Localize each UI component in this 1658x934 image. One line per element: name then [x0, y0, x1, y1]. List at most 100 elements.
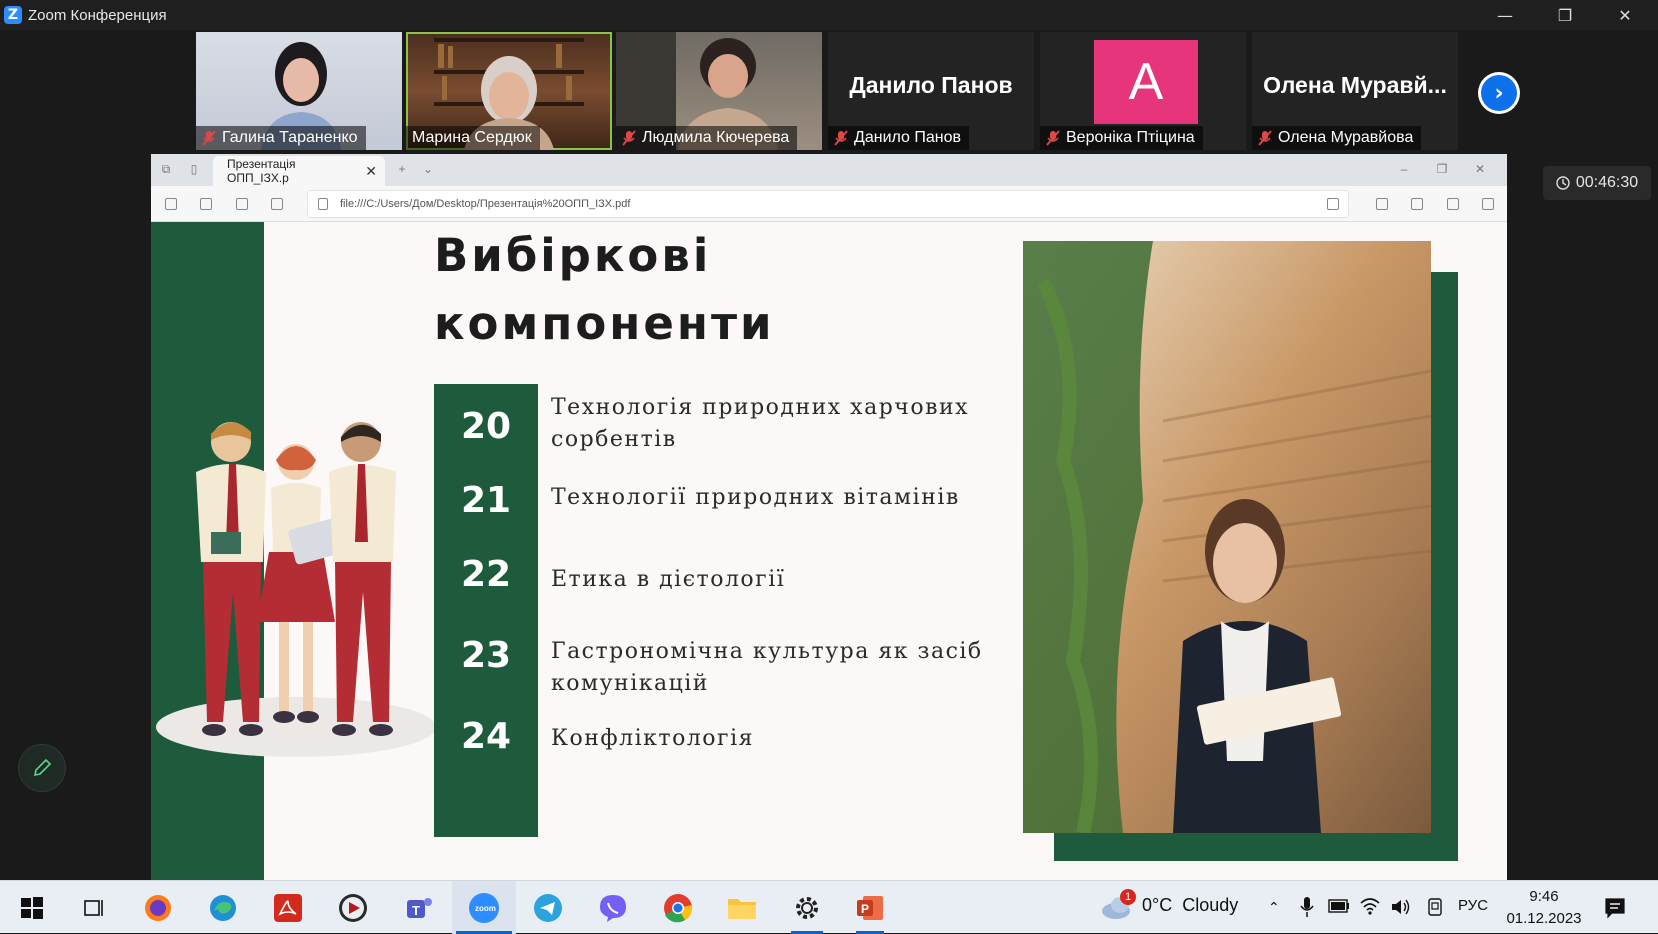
edge-taskbar-button[interactable] [195, 881, 251, 934]
presentation-slide: Вибіркові компоненти 20 21 22 23 24 Техн… [151, 222, 1507, 880]
participant-tile[interactable]: Галина Тараненко [196, 32, 402, 150]
participant-name: Данило Панов [828, 126, 969, 150]
course-item: Конфліктологія [551, 726, 754, 751]
browser-close-icon[interactable]: ✕ [1473, 162, 1487, 176]
telegram-icon [534, 893, 562, 922]
student-photo [1023, 241, 1431, 833]
participant-name: Олена Муравйова [1252, 126, 1422, 150]
viber-icon [600, 894, 626, 922]
powerpoint-taskbar-button[interactable]: P [842, 881, 898, 934]
svg-text:P: P [861, 902, 869, 916]
play-icon [339, 893, 367, 922]
meeting-timer: 00:46:30 [1543, 166, 1651, 200]
task-view-button[interactable] [66, 881, 122, 934]
firefox-taskbar-button[interactable] [130, 881, 186, 934]
browser-tab-bar: ⧉ ▯ Презентація ОПП_ІЗХ.p ✕ + ⌄ – ❐ ✕ [151, 154, 1507, 186]
course-item: Гастрономічна культура як засіб комуніка… [551, 639, 983, 696]
tab-actions-icon[interactable]: ⧉ [159, 162, 173, 176]
annotate-pencil-button[interactable] [18, 744, 66, 792]
browser-restore-icon[interactable]: ❐ [1435, 162, 1449, 176]
next-participants-button[interactable]: › [1478, 72, 1520, 114]
pencil-icon [33, 758, 52, 777]
clock-icon [1556, 176, 1570, 190]
tab-list-chevron-icon[interactable]: ⌄ [421, 162, 435, 176]
favorite-icon[interactable] [1327, 198, 1339, 210]
chevron-right-icon: › [1481, 75, 1517, 111]
system-clock[interactable]: 9:46 01.12.2023 [1496, 886, 1592, 930]
participant-tile-active-speaker[interactable]: Марина Сердюк [406, 32, 612, 150]
forward-icon[interactable] [200, 198, 212, 210]
file-explorer-taskbar-button[interactable] [714, 881, 770, 934]
participant-display-name: Олена Муравй... [1263, 72, 1447, 98]
vertical-tabs-icon[interactable]: ▯ [187, 162, 201, 176]
chrome-taskbar-button[interactable] [650, 881, 706, 934]
participant-tile[interactable]: Людмила Кючерева [616, 32, 822, 150]
participant-tile[interactable]: A Вероніка Птіцина [1040, 32, 1246, 150]
back-icon[interactable] [165, 198, 177, 210]
item-number: 24 [460, 716, 512, 757]
start-button[interactable] [4, 881, 60, 934]
zoom-icon: zoom [469, 892, 499, 923]
close-button[interactable]: ✕ [1602, 0, 1648, 30]
profile-icon[interactable] [1447, 198, 1459, 210]
browser-minimize-icon[interactable]: – [1397, 162, 1411, 176]
restore-button[interactable]: ❐ [1542, 0, 1588, 30]
show-hidden-icons-chevron-icon[interactable]: ⌃ [1268, 899, 1280, 916]
wifi-icon[interactable] [1360, 897, 1380, 915]
course-item: Технології природних вітамінів [551, 485, 960, 510]
item-number: 22 [460, 554, 512, 595]
participant-tile[interactable]: Данило Панов Данило Панов [828, 32, 1034, 150]
slide-title: Вибіркові компоненти [434, 229, 775, 350]
notifications-icon[interactable] [1604, 897, 1626, 919]
participant-avatar: A [1094, 40, 1198, 124]
item-number: 23 [460, 635, 512, 676]
zoom-taskbar-button[interactable]: zoom [452, 881, 516, 934]
muted-mic-icon [202, 130, 216, 146]
svg-text:zoom: zoom [475, 904, 496, 913]
muted-mic-icon [1258, 130, 1272, 146]
students-illustration [156, 422, 436, 757]
home-icon[interactable] [271, 198, 283, 210]
course-item: Технологія природних харчових сорбентів [551, 395, 970, 452]
muted-mic-icon [834, 130, 848, 146]
extensions-icon[interactable] [1376, 198, 1388, 210]
windows-logo-icon [21, 896, 43, 919]
teams-taskbar-button[interactable]: T [390, 881, 446, 934]
participant-tile[interactable]: Олена Муравй... Олена Муравйова [1252, 32, 1458, 150]
folder-icon [728, 898, 756, 919]
gear-icon [796, 896, 818, 919]
weather-badge: 1 [1120, 889, 1136, 905]
device-icon[interactable] [1426, 897, 1444, 917]
browser-tab[interactable]: Презентація ОПП_ІЗХ.p ✕ [213, 156, 385, 186]
tab-close-icon[interactable]: ✕ [365, 163, 377, 180]
new-tab-icon[interactable]: + [395, 162, 409, 176]
weather-widget[interactable]: 1 [1100, 889, 1136, 926]
weather-text: 0°C Cloudy [1142, 895, 1239, 915]
volume-icon[interactable] [1390, 897, 1412, 917]
minimize-button[interactable]: — [1482, 0, 1528, 30]
acrobat-taskbar-button[interactable] [260, 881, 316, 934]
telegram-taskbar-button[interactable] [520, 881, 576, 934]
woman-with-book-image [1023, 241, 1431, 833]
item-number-column: 20 21 22 23 24 [434, 384, 538, 837]
collections-icon[interactable] [1411, 198, 1423, 210]
windows-taskbar: T zoom P 1 0°C Cloudy ⌃ РУС 9:46 01.12.2… [0, 880, 1658, 934]
acrobat-icon [274, 893, 302, 922]
microphone-icon[interactable] [1300, 897, 1314, 917]
viber-taskbar-button[interactable] [585, 881, 641, 934]
settings-taskbar-button[interactable] [777, 881, 837, 934]
media-player-taskbar-button[interactable] [325, 881, 381, 934]
edge-icon [210, 894, 236, 921]
battery-icon[interactable] [1328, 899, 1350, 913]
powerpoint-icon: P [857, 895, 883, 920]
input-language[interactable]: РУС [1458, 897, 1488, 914]
refresh-icon[interactable] [236, 198, 248, 210]
settings-menu-icon[interactable] [1482, 198, 1494, 210]
muted-mic-icon [1046, 130, 1060, 146]
participant-display-name: Данило Панов [849, 72, 1013, 98]
firefox-icon [145, 894, 171, 921]
zoom-logo-icon: Z [4, 6, 22, 24]
participant-name: Марина Сердюк [406, 126, 540, 150]
address-bar[interactable]: file:///C:/Users/Дом/Desktop/Презентація… [307, 190, 1349, 218]
svg-text:T: T [412, 903, 420, 918]
